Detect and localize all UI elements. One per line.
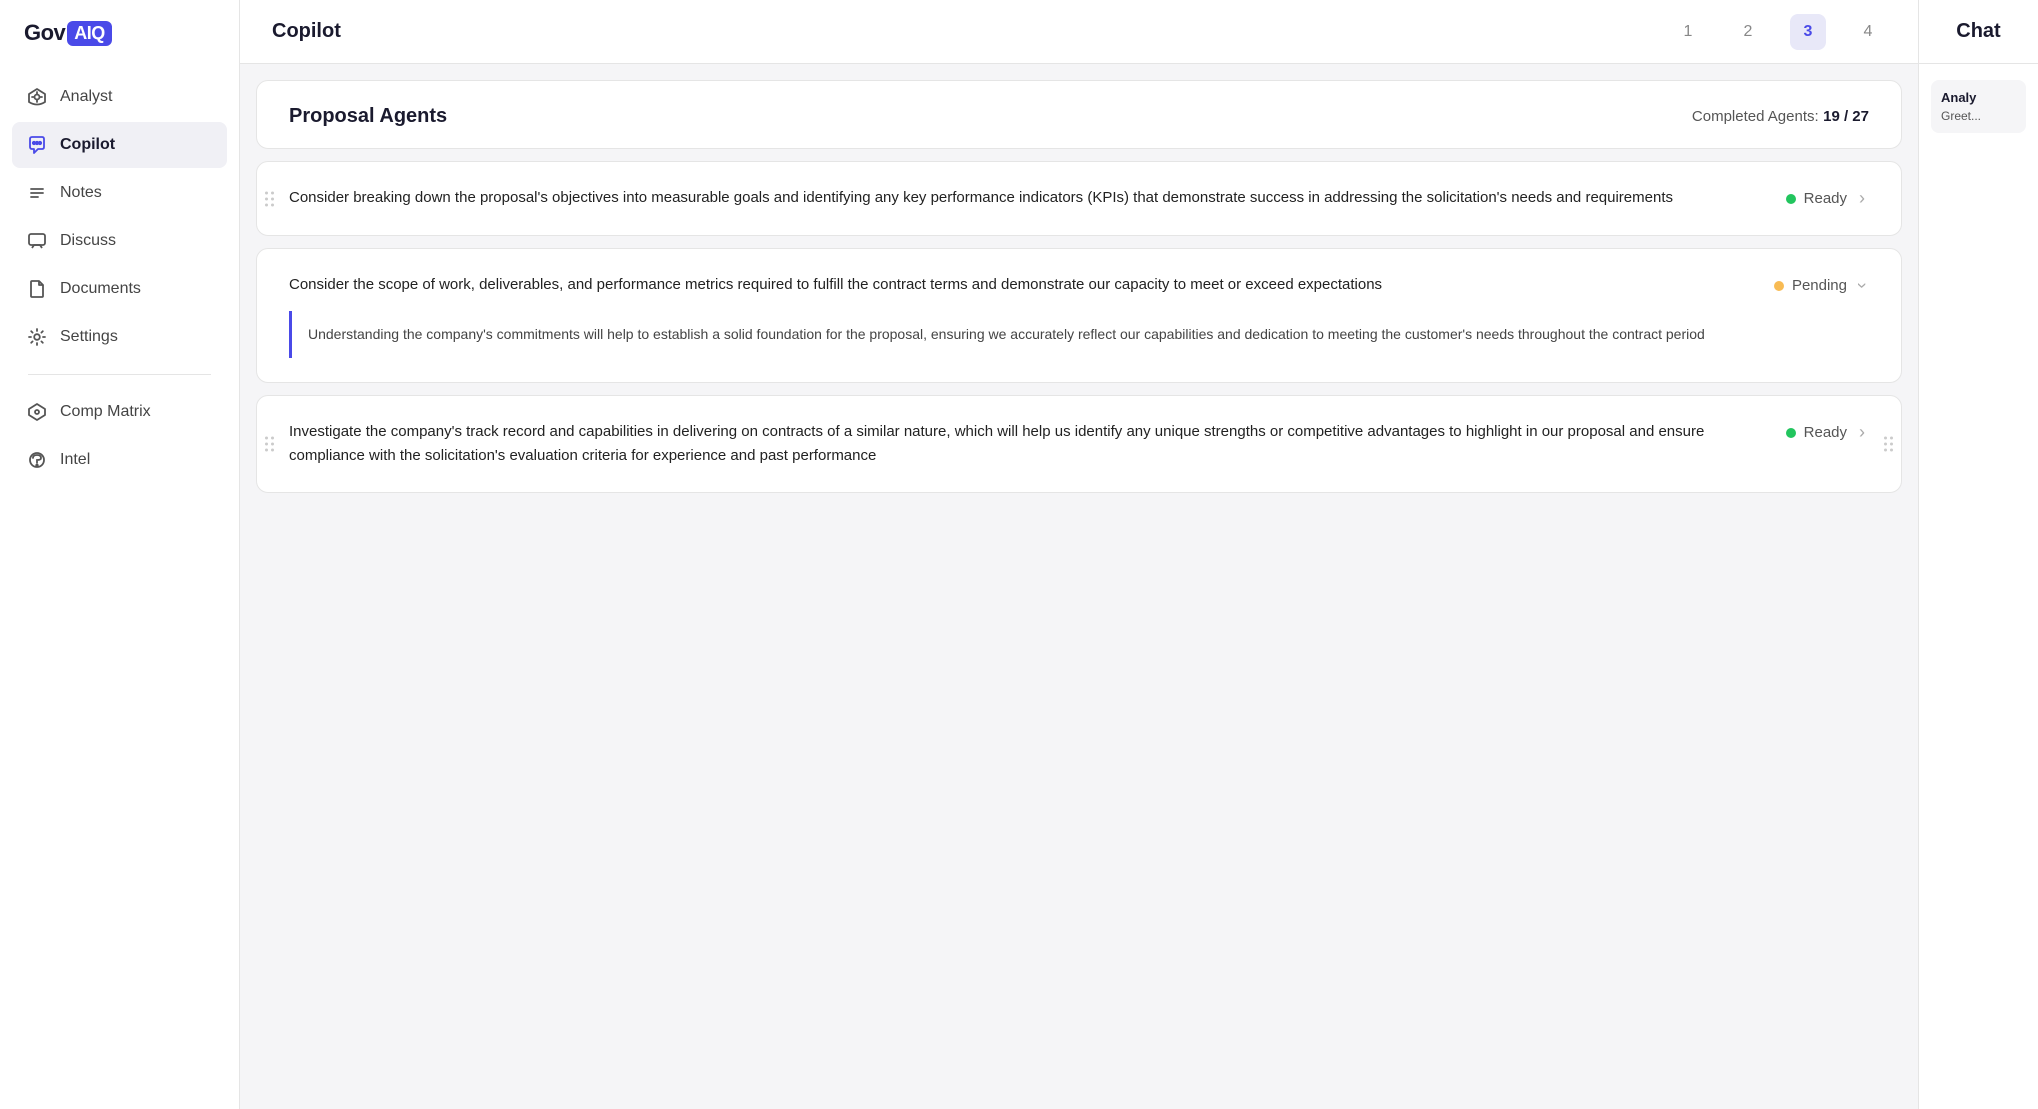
agent-2-expand-button[interactable]: › — [1850, 279, 1875, 293]
sidebar-item-settings[interactable]: Settings — [12, 314, 227, 360]
discuss-icon — [26, 230, 48, 252]
sidebar-item-copilot-label: Copilot — [60, 136, 115, 154]
sidebar-item-comp-matrix-label: Comp Matrix — [60, 403, 151, 421]
sidebar-divider — [28, 374, 211, 375]
agent-1-expand-button[interactable]: › — [1855, 186, 1869, 211]
page-title: Copilot — [272, 20, 1670, 43]
agents-list: Consider breaking down the proposal's ob… — [240, 149, 1918, 529]
chat-content: Analy Greet... — [1919, 64, 2038, 1109]
drag-handle-left-1[interactable] — [265, 191, 274, 206]
chat-panel: Chat Analy Greet... — [1918, 0, 2038, 1109]
sidebar-item-copilot[interactable]: Copilot — [12, 122, 227, 168]
chat-label: Chat — [1956, 20, 2000, 43]
agent-1-status: Ready › — [1759, 186, 1869, 211]
sidebar-item-discuss-label: Discuss — [60, 232, 116, 250]
agent-1-status-dot — [1786, 194, 1796, 204]
drag-handle-right-3[interactable] — [1884, 437, 1893, 452]
tab-1[interactable]: 1 — [1670, 14, 1706, 50]
agent-3-status-dot — [1786, 428, 1796, 438]
notes-icon — [26, 182, 48, 204]
content-area: Proposal Agents Completed Agents: 19 / 2… — [240, 64, 1918, 1109]
tab-2[interactable]: 2 — [1730, 14, 1766, 50]
agent-2-status-label: Pending — [1792, 277, 1847, 294]
agent-1-status-label: Ready — [1804, 190, 1847, 207]
chat-preview-text: Greet... — [1941, 109, 2016, 123]
logo-prefix: Gov — [24, 20, 65, 46]
top-header: Copilot 1 2 3 4 — [240, 0, 1918, 64]
chat-header[interactable]: Chat — [1919, 0, 2038, 64]
agent-card-2: Consider the scope of work, deliverables… — [256, 248, 1902, 383]
sidebar-item-settings-label: Settings — [60, 328, 118, 346]
completed-value: 19 / 27 — [1823, 108, 1869, 125]
agent-3-status: Ready › — [1759, 420, 1869, 445]
logo-brand: AIQ — [67, 21, 112, 46]
copilot-icon — [26, 134, 48, 156]
tab-4[interactable]: 4 — [1850, 14, 1886, 50]
sidebar-item-comp-matrix[interactable]: Comp Matrix — [12, 389, 227, 435]
sidebar-item-intel[interactable]: Intel — [12, 437, 227, 483]
chat-sender: Analy — [1941, 90, 2016, 105]
settings-icon — [26, 326, 48, 348]
agent-3-expand-button[interactable]: › — [1855, 420, 1869, 445]
agent-3-text: Investigate the company's track record a… — [289, 420, 1735, 468]
agent-2-text: Consider the scope of work, deliverables… — [289, 273, 1735, 297]
sidebar-item-analyst-label: Analyst — [60, 88, 112, 106]
sidebar-item-analyst[interactable]: Analyst — [12, 74, 227, 120]
drag-handle-left-3[interactable] — [265, 437, 274, 452]
tab-3[interactable]: 3 — [1790, 14, 1826, 50]
agent-2-status: Pending › — [1759, 273, 1869, 298]
proposal-agents-header: Proposal Agents Completed Agents: 19 / 2… — [256, 80, 1902, 149]
analyst-icon — [26, 86, 48, 108]
sidebar-item-documents[interactable]: Documents — [12, 266, 227, 312]
chat-message-preview[interactable]: Analy Greet... — [1931, 80, 2026, 133]
sidebar-item-discuss[interactable]: Discuss — [12, 218, 227, 264]
completed-agents-info: Completed Agents: 19 / 27 — [1692, 108, 1869, 126]
sidebar-item-notes[interactable]: Notes — [12, 170, 227, 216]
agent-2-note: Understanding the company's commitments … — [289, 311, 1735, 358]
sidebar-nav: Analyst Copilot — [0, 74, 239, 483]
documents-icon — [26, 278, 48, 300]
completed-label: Completed Agents: — [1692, 108, 1819, 125]
header-tabs: 1 2 3 4 — [1670, 14, 1886, 50]
agent-card-3: Investigate the company's track record a… — [256, 395, 1902, 493]
agent-1-text: Consider breaking down the proposal's ob… — [289, 186, 1735, 210]
main-area: Copilot 1 2 3 4 Proposal Agents Complete… — [240, 0, 1918, 1109]
comp-matrix-icon — [26, 401, 48, 423]
sidebar: Gov AIQ Analyst — [0, 0, 240, 1109]
agent-card-1: Consider breaking down the proposal's ob… — [256, 161, 1902, 236]
proposal-title: Proposal Agents — [289, 105, 447, 128]
logo: Gov AIQ — [0, 20, 239, 74]
sidebar-item-notes-label: Notes — [60, 184, 102, 202]
intel-icon — [26, 449, 48, 471]
agent-3-status-label: Ready — [1804, 424, 1847, 441]
sidebar-item-intel-label: Intel — [60, 451, 90, 469]
agent-2-status-dot — [1774, 281, 1784, 291]
sidebar-item-documents-label: Documents — [60, 280, 141, 298]
